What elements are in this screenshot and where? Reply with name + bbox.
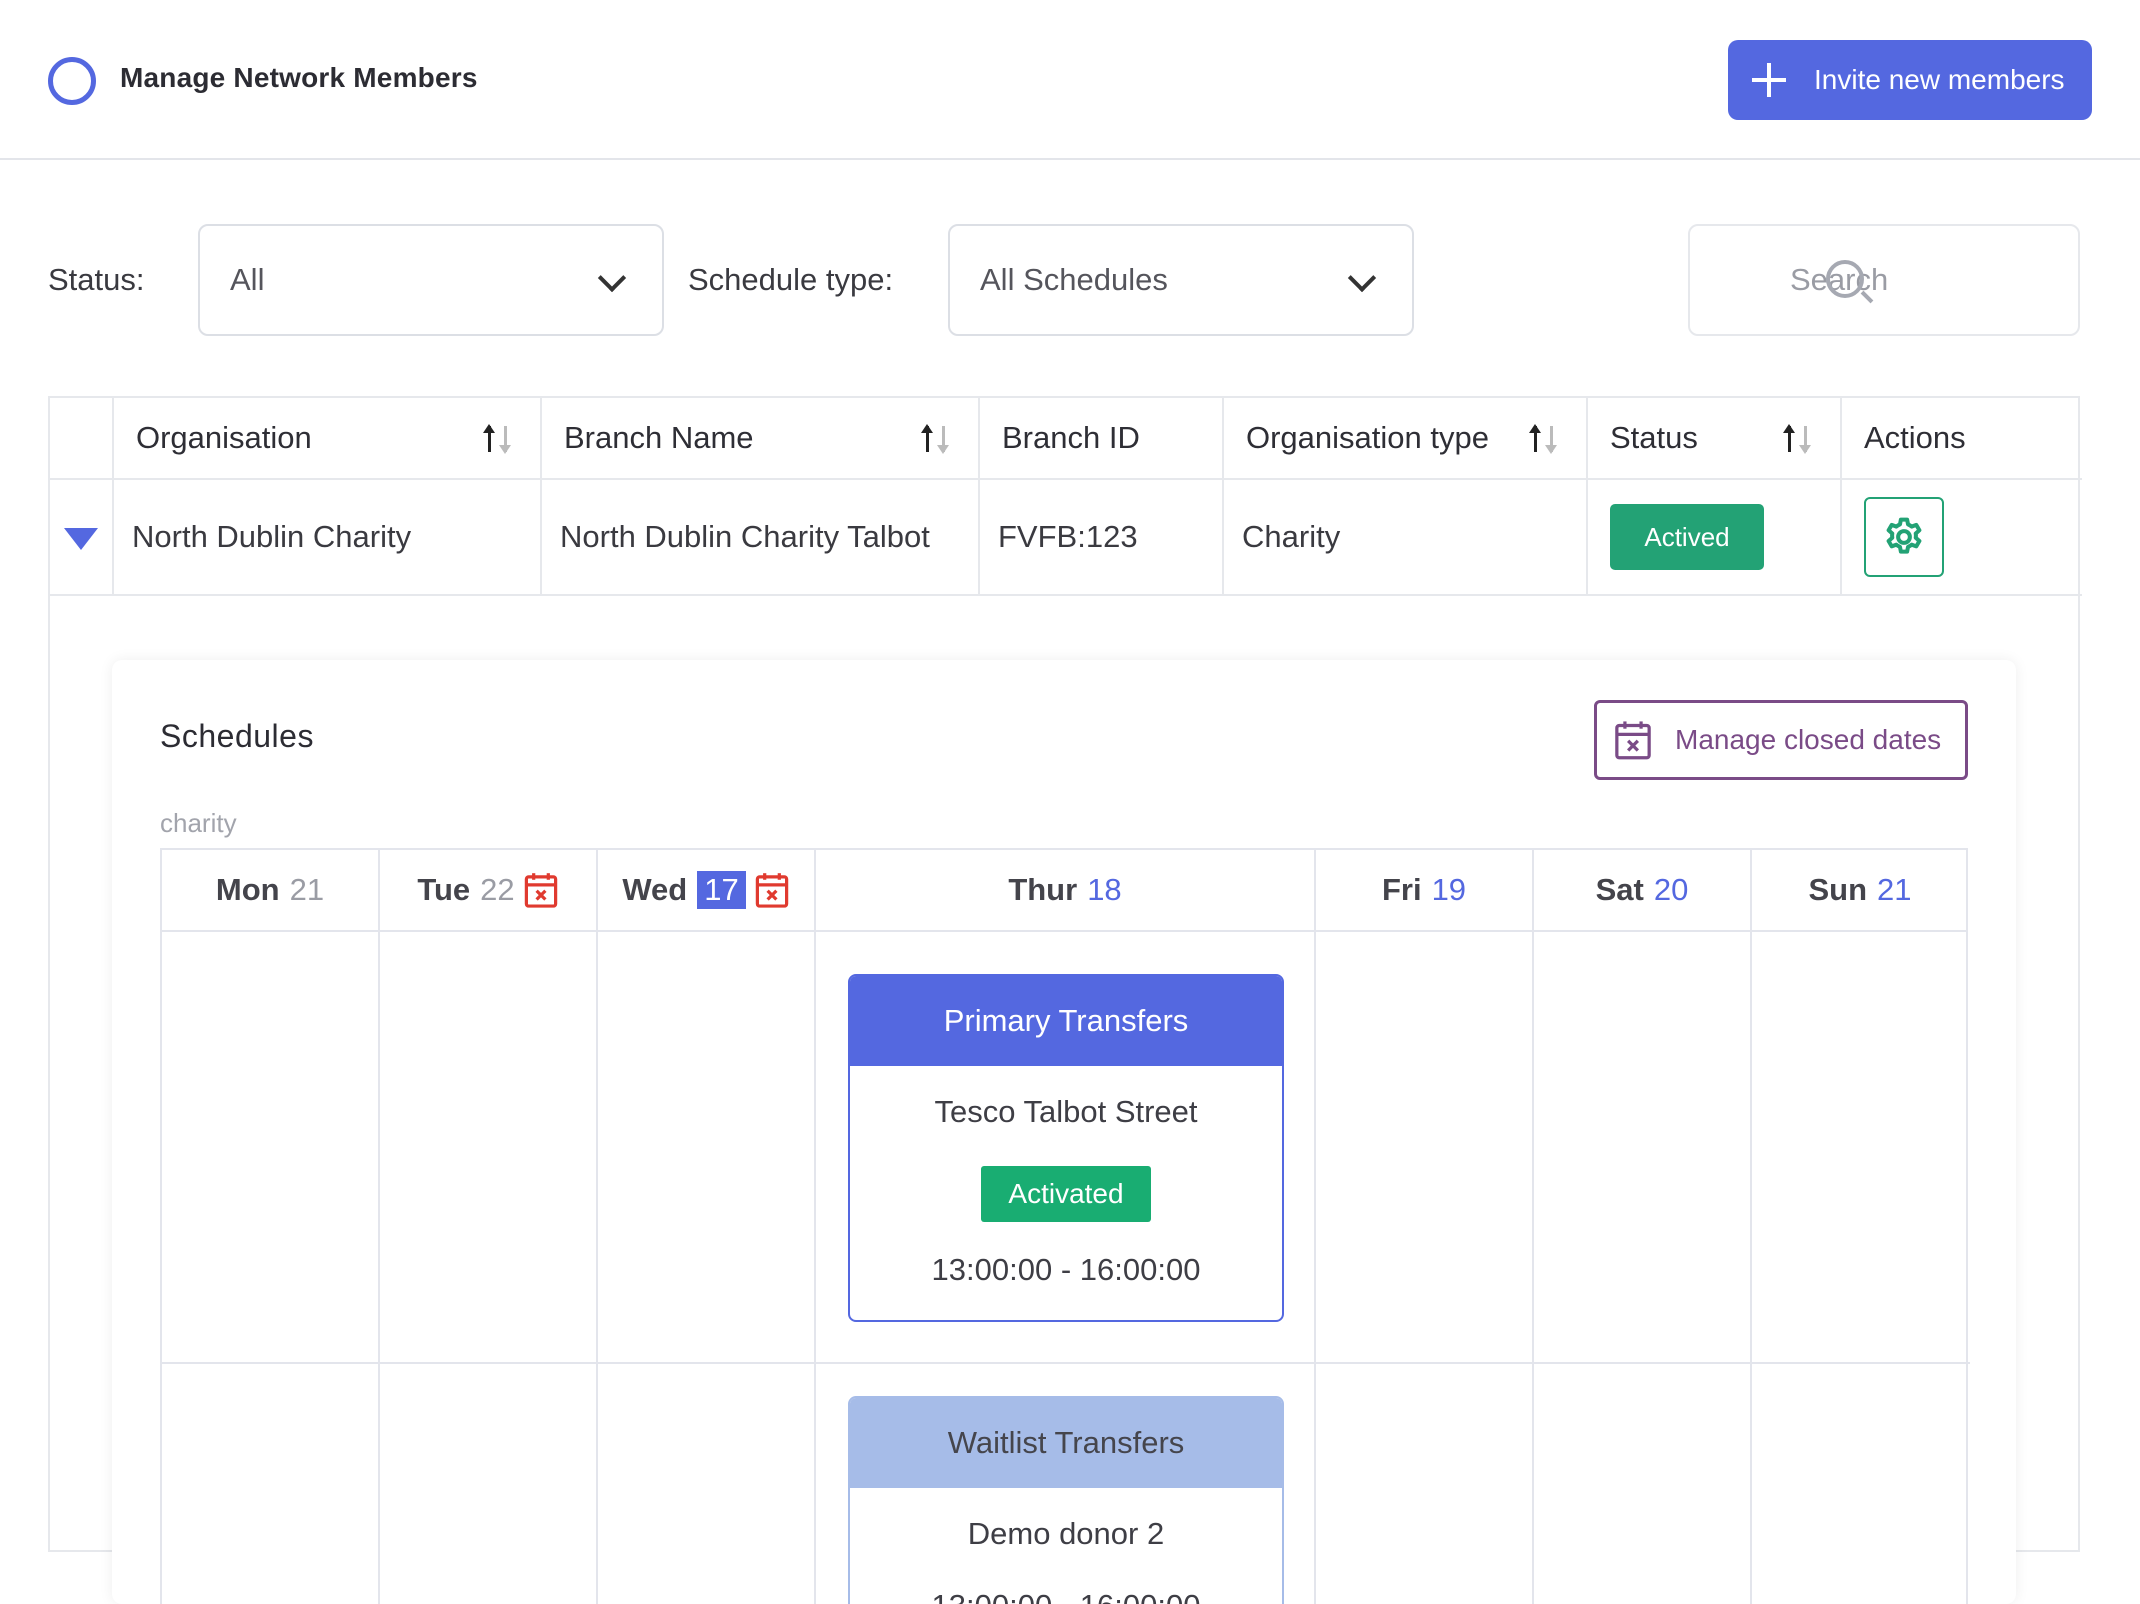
- day-number: 21: [289, 872, 325, 907]
- caret-down-icon[interactable]: [64, 528, 98, 550]
- column-label: Branch ID: [1002, 420, 1140, 455]
- grid-line: [1750, 932, 1752, 1604]
- column-label: Organisation type: [1246, 420, 1489, 455]
- schedule-title: Primary Transfers: [850, 976, 1282, 1066]
- status-select[interactable]: All: [198, 224, 664, 336]
- settings-button[interactable]: [1864, 497, 1944, 577]
- schedule-card-waitlist[interactable]: Waitlist Transfers Demo donor 2 13:00:00…: [848, 1396, 1284, 1604]
- schedule-type-select-value: All Schedules: [980, 262, 1168, 297]
- day-number: 22: [480, 872, 515, 907]
- day-name: Thur: [1008, 872, 1078, 907]
- day-name: Fri: [1381, 872, 1422, 907]
- day-number: 18: [1087, 872, 1122, 907]
- day-header-sat: Sat 20: [1534, 850, 1752, 932]
- page-title: Manage Network Members: [120, 62, 478, 93]
- grid-line: [1314, 932, 1316, 1604]
- chevron-down-icon: [597, 263, 627, 293]
- table-row: North Dublin Charity North Dublin Charit…: [50, 480, 2082, 596]
- schedule-title: Waitlist Transfers: [850, 1398, 1282, 1488]
- manage-closed-dates-button[interactable]: Manage closed dates: [1594, 700, 1968, 780]
- column-header-organisation-type[interactable]: Organisation type: [1224, 398, 1588, 478]
- status-filter-label: Status:: [48, 262, 145, 297]
- page-header: Manage Network Members Invite new member…: [0, 0, 2140, 160]
- column-label: Status: [1610, 420, 1698, 455]
- grid-line: [814, 932, 816, 1604]
- chevron-down-icon: [1347, 263, 1377, 293]
- schedules-subtitle: charity: [160, 808, 237, 838]
- grid-line: [596, 932, 598, 1604]
- today-badge: 17: [697, 871, 746, 909]
- circle-icon: [48, 57, 96, 105]
- schedule-type-select[interactable]: All Schedules: [948, 224, 1414, 336]
- schedule-card-primary[interactable]: Primary Transfers Tesco Talbot Street Ac…: [848, 974, 1284, 1322]
- expand-cell[interactable]: [50, 480, 114, 594]
- day-number: 20: [1653, 872, 1689, 907]
- cell-organisation-type: Charity: [1224, 480, 1588, 594]
- plus-icon: [1752, 63, 1786, 97]
- gear-icon: [1886, 517, 1922, 554]
- search-input[interactable]: Search: [1688, 224, 2080, 336]
- day-name: Tue: [417, 872, 471, 907]
- cell-organisation: North Dublin Charity: [114, 480, 542, 594]
- schedule-time: 13:00:00 - 16:00:00: [850, 1588, 1282, 1604]
- day-header-fri: Fri 19: [1316, 850, 1534, 932]
- day-header-sun: Sun 21: [1752, 850, 1968, 932]
- day-name: Wed: [622, 872, 688, 907]
- schedule-location: Demo donor 2: [967, 1516, 1165, 1551]
- sort-icon[interactable]: [1783, 424, 1814, 454]
- column-header-branch-name[interactable]: Branch Name: [542, 398, 980, 478]
- closed-date-icon: [755, 873, 788, 908]
- invite-new-members-button[interactable]: Invite new members: [1728, 40, 2092, 120]
- schedules-title: Schedules: [160, 718, 314, 754]
- column-header-status[interactable]: Status: [1588, 398, 1842, 478]
- column-header-actions: Actions: [1842, 398, 2082, 478]
- cell-status: Actived: [1588, 480, 1842, 594]
- schedule-status-badge: Activated: [981, 1166, 1151, 1222]
- status-select-value: All: [230, 262, 265, 297]
- column-header-organisation[interactable]: Organisation: [114, 398, 542, 478]
- day-name: Sun: [1808, 872, 1868, 907]
- day-header-wed: Wed 17: [598, 850, 816, 932]
- column-label: Actions: [1864, 420, 1966, 455]
- invite-button-label: Invite new members: [1814, 64, 2065, 95]
- grid-line: [162, 1362, 1970, 1364]
- week-calendar: Mon 21 Tue 22 Wed 17 Thur 18 Fri 19 Sat …: [160, 848, 1970, 1604]
- grid-line: [1532, 932, 1534, 1604]
- schedule-time: 13:00:00 - 16:00:00: [931, 1252, 1201, 1287]
- day-header-mon: Mon 21: [162, 850, 380, 932]
- day-number: 21: [1877, 872, 1912, 907]
- status-badge: Actived: [1610, 504, 1764, 570]
- cell-actions: [1842, 480, 2082, 594]
- day-name: Sat: [1595, 872, 1644, 907]
- sort-icon[interactable]: [921, 424, 952, 454]
- column-label: Organisation: [136, 420, 312, 455]
- closed-date-icon: [524, 873, 557, 908]
- schedule-type-label: Schedule type:: [688, 262, 894, 297]
- day-name: Mon: [215, 872, 280, 907]
- cell-branch-name: North Dublin Charity Talbot: [542, 480, 980, 594]
- calendar-x-icon: [1615, 721, 1651, 760]
- schedule-location: Tesco Talbot Street: [934, 1094, 1198, 1129]
- day-header-tue: Tue 22: [380, 850, 598, 932]
- day-header-thur: Thur 18: [816, 850, 1316, 932]
- table-header: Organisation Branch Name Branch ID Organ…: [50, 398, 2082, 480]
- cell-branch-id: FVFB:123: [980, 480, 1224, 594]
- schedules-panel: Schedules Manage closed dates charity Mo…: [112, 660, 2016, 1604]
- column-label: Branch Name: [564, 420, 754, 455]
- day-number: 19: [1431, 872, 1467, 907]
- column-header-branch-id: Branch ID: [980, 398, 1224, 478]
- search-icon: [1826, 260, 1864, 298]
- sort-icon[interactable]: [483, 424, 514, 454]
- expand-column-header: [50, 398, 114, 478]
- manage-closed-dates-label: Manage closed dates: [1675, 724, 1942, 755]
- grid-line: [378, 932, 380, 1604]
- sort-icon[interactable]: [1529, 424, 1560, 454]
